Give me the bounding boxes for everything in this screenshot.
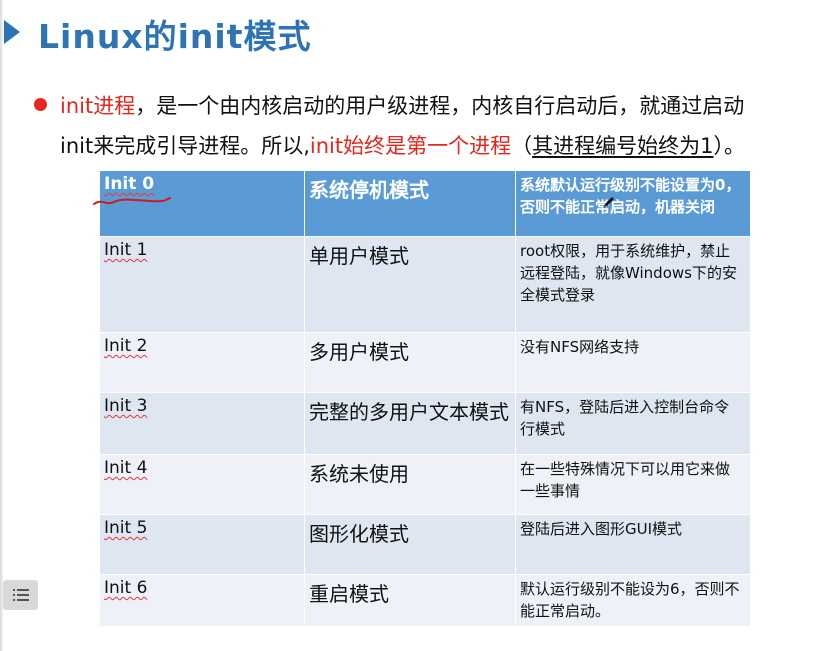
level-cell: Init 5 — [99, 514, 305, 575]
level-cell: Init 2 — [99, 332, 305, 393]
bullet-dot-icon — [34, 98, 47, 111]
triangle-right-icon — [4, 20, 20, 44]
slide-menu-button[interactable] — [3, 580, 38, 610]
mode-cell: 多用户模式 — [304, 332, 516, 393]
bullet-text: ）。 — [713, 134, 745, 158]
table-row: Init 5 图形化模式 登陆后进入图形GUI模式 — [99, 514, 751, 575]
table-row: Init 3 完整的多用户文本模式 有NFS，登陆后进入控制台命令行模式 — [99, 392, 751, 455]
level-cell: Init 6 — [99, 574, 305, 627]
handwritten-underline-annotation — [93, 197, 171, 205]
bullet-text: init来完成引导进程。所以, — [60, 134, 310, 158]
table-row: Init 6 重启模式 默认运行级别不能设为6，否则不能正常启动。 — [99, 574, 751, 627]
pid-note: 其进程编号始终为1 — [532, 134, 714, 158]
init-process-term: init进程 — [60, 94, 136, 118]
bullet-line-2: init来完成引导进程。所以,init始终是第一个进程（其进程编号始终为1）。 — [60, 130, 745, 160]
init-levels-table: Init 0 系统停机模式 系统默认运行级别不能设置为0，否则不能正常启动，机器… — [99, 170, 751, 627]
slide-title-row: Linux的init模式 — [0, 6, 817, 56]
mode-cell: 重启模式 — [304, 574, 516, 627]
desc-cell: root权限，用于系统维护，禁止远程登陆，就像Windows下的安全模式登录 — [515, 236, 751, 333]
desc-cell: 登陆后进入图形GUI模式 — [515, 514, 751, 575]
pen-icon — [603, 197, 614, 208]
first-process-highlight: init始终是第一个进程 — [309, 134, 512, 158]
header-cell-mode: 系统停机模式 — [304, 170, 516, 237]
list-menu-icon — [12, 589, 29, 601]
header-cell-desc: 系统默认运行级别不能设置为0，否则不能正常启动，机器关闭 — [515, 170, 751, 237]
desc-cell: 有NFS，登陆后进入控制台命令行模式 — [515, 392, 751, 455]
mode-cell: 系统未使用 — [304, 454, 516, 515]
mode-cell: 完整的多用户文本模式 — [304, 392, 516, 455]
mode-cell: 图形化模式 — [304, 514, 516, 575]
level-cell: Init 4 — [99, 454, 305, 515]
table-row: Init 2 多用户模式 没有NFS网络支持 — [99, 332, 751, 393]
table-header-row: Init 0 系统停机模式 系统默认运行级别不能设置为0，否则不能正常启动，机器… — [99, 170, 751, 237]
bullet-line-1: init进程，是一个由内核启动的用户级进程，内核自行启动后，就通过启动 — [60, 90, 744, 120]
mode-cell: 单用户模式 — [304, 236, 516, 333]
level-cell: Init 1 — [99, 236, 305, 333]
slide-title: Linux的init模式 — [38, 17, 312, 56]
desc-cell: 默认运行级别不能设为6，否则不能正常启动。 — [515, 574, 751, 627]
bullet-text: ，是一个由内核启动的用户级进程，内核自行启动后，就通过启动 — [135, 94, 745, 118]
slide-left-edge — [0, 0, 3, 651]
table-row: Init 4 系统未使用 在一些特殊情况下可以用它来做一些事情 — [99, 454, 751, 515]
table-row: Init 1 单用户模式 root权限，用于系统维护，禁止远程登陆，就像Wind… — [99, 236, 751, 333]
level-cell: Init 3 — [99, 392, 305, 455]
desc-cell: 在一些特殊情况下可以用它来做一些事情 — [515, 454, 751, 515]
desc-cell: 没有NFS网络支持 — [515, 332, 751, 393]
bullet-text: （ — [511, 134, 533, 158]
